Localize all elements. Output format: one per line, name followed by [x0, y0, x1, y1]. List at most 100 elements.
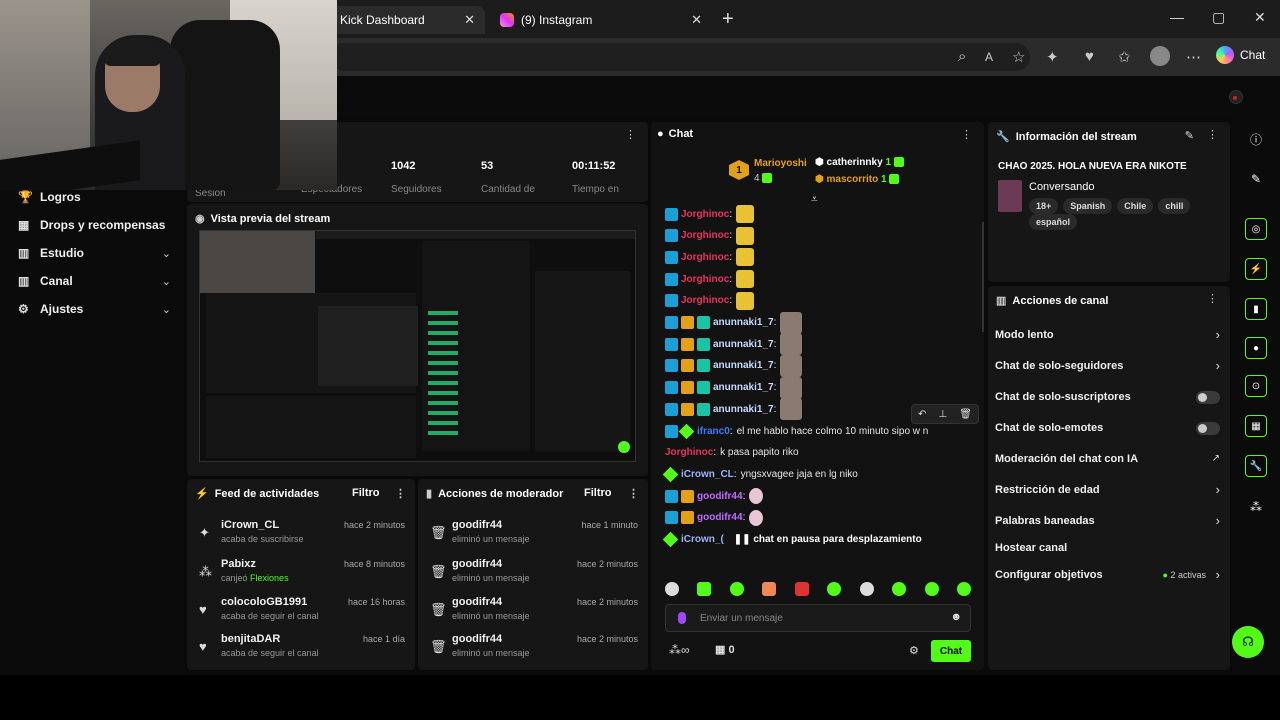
- more-vertical-icon[interactable]: ⋮: [1207, 292, 1218, 305]
- close-icon[interactable]: ✕: [464, 12, 475, 28]
- chat-username[interactable]: anunnaki1_7: [713, 317, 774, 328]
- favorite-star-icon[interactable]: ☆: [1012, 48, 1025, 66]
- chevron-down-icon[interactable]: ⌄: [162, 275, 171, 288]
- chat-username[interactable]: Jorghinoc: [681, 209, 729, 220]
- chat-input[interactable]: Enviar un mensaje ☻: [665, 604, 971, 632]
- more-vertical-icon[interactable]: ⋮: [1207, 128, 1218, 141]
- chat-message[interactable]: goodifr44:: [665, 508, 764, 528]
- pin-icon[interactable]: ⊥: [938, 409, 947, 420]
- chat-username[interactable]: goodifr44: [697, 512, 743, 523]
- tab-kick-dashboard[interactable]: Kick Dashboard ✕: [330, 6, 485, 34]
- wrench-icon[interactable]: 🔧: [1245, 455, 1267, 477]
- chat-message[interactable]: Jorghinoc:: [665, 226, 755, 246]
- chat-message[interactable]: iCrown_(❚❚ chat en pausa para desplazami…: [662, 530, 922, 550]
- chevron-right-icon[interactable]: ›: [1216, 327, 1220, 342]
- more-vertical-icon[interactable]: ⋮: [628, 487, 639, 500]
- action-solo-suscriptores[interactable]: Chat de solo-suscriptores: [995, 391, 1131, 403]
- mod-user[interactable]: goodifr44: [452, 519, 502, 531]
- close-icon[interactable]: ✕: [691, 12, 702, 28]
- user-avatar[interactable]: [1229, 90, 1243, 104]
- chat-message[interactable]: Jorghinoc: k pasa papito riko: [665, 443, 799, 463]
- chat-send-button[interactable]: Chat: [931, 640, 971, 662]
- action-moderacion-ia[interactable]: Moderación del chat con IA: [995, 453, 1138, 465]
- chat-message[interactable]: Jorghinoc:: [665, 247, 755, 267]
- new-tab-button[interactable]: +: [722, 8, 734, 31]
- emoji-icon[interactable]: ☻: [950, 611, 962, 623]
- emote-button[interactable]: [697, 582, 712, 596]
- address-bar[interactable]: [330, 43, 1030, 71]
- chevron-right-icon[interactable]: ›: [1216, 358, 1220, 373]
- tab-instagram[interactable]: (9) Instagram ✕: [490, 6, 712, 34]
- emote-button[interactable]: [794, 582, 809, 596]
- action-modo-lento[interactable]: Modo lento: [995, 329, 1054, 341]
- chat-username[interactable]: anunnaki1_7: [713, 404, 774, 415]
- chat-username[interactable]: anunnaki1_7: [713, 339, 774, 350]
- browser-essentials-icon[interactable]: ♥: [1085, 48, 1094, 65]
- chat-message[interactable]: Jorghinoc:: [665, 204, 755, 224]
- chat-message[interactable]: iCrown_CL: yngsxvagee jaja en lg niko: [662, 464, 858, 484]
- sidebar-item-canal[interactable]: ▥ Canal: [18, 274, 73, 288]
- feed-user[interactable]: benjitaDAR: [221, 633, 280, 645]
- emote-button[interactable]: [956, 582, 971, 596]
- profile-avatar[interactable]: [1150, 46, 1170, 66]
- action-restriccion-edad[interactable]: Restricción de edad: [995, 484, 1100, 496]
- chevron-right-icon[interactable]: ›: [1216, 567, 1220, 582]
- chat-settings-icon[interactable]: ⚙: [909, 644, 919, 657]
- action-solo-emotes[interactable]: Chat de solo-emotes: [995, 422, 1103, 434]
- stream-preview-video[interactable]: [199, 230, 636, 462]
- chat-message[interactable]: anunnaki1_7:: [665, 333, 803, 356]
- delete-icon[interactable]: 🗑: [959, 409, 972, 420]
- chat-message[interactable]: Jorghinoc:: [665, 269, 755, 289]
- emote-button[interactable]: [924, 582, 939, 596]
- chat-username[interactable]: Jorghinoc: [681, 274, 729, 285]
- action-configurar-objetivos[interactable]: Configurar objetivos: [995, 569, 1103, 581]
- chevron-down-icon[interactable]: ⌄: [162, 303, 171, 316]
- book-icon[interactable]: ▮: [1245, 298, 1267, 320]
- emote-button[interactable]: [762, 582, 777, 596]
- chat-icon[interactable]: ●: [1245, 337, 1267, 359]
- chat-username[interactable]: goodifr44: [697, 491, 743, 502]
- more-menu-icon[interactable]: ⋯: [1186, 48, 1201, 66]
- mod-user[interactable]: goodifr44: [452, 558, 502, 570]
- bolt-icon[interactable]: ⚡: [1245, 258, 1267, 280]
- leader-second[interactable]: ⬢ catherinnky 1: [815, 157, 906, 168]
- window-close-icon[interactable]: ✕: [1254, 9, 1266, 26]
- store-icon[interactable]: ▦: [1245, 415, 1267, 437]
- sidebar-item-drops[interactable]: ▦ Drops y recompensas: [18, 218, 165, 232]
- toggle-solo-emotes[interactable]: [1196, 422, 1220, 435]
- camera-icon[interactable]: ◎: [1245, 218, 1267, 240]
- minimize-icon[interactable]: —: [1170, 9, 1184, 25]
- chevron-right-icon[interactable]: ›: [1216, 482, 1220, 497]
- action-hostear-canal[interactable]: Hostear canal: [995, 542, 1067, 554]
- chat-username[interactable]: Jorghinoc: [665, 447, 713, 458]
- extensions-icon[interactable]: ✦: [1046, 48, 1059, 66]
- sidebar-item-logros[interactable]: 🏆 Logros: [18, 190, 81, 204]
- chat-message[interactable]: anunnaki1_7:: [665, 354, 803, 377]
- users-icon[interactable]: ⁂: [1245, 496, 1267, 518]
- feed-user[interactable]: colocoloGB1991: [221, 596, 307, 608]
- more-vertical-icon[interactable]: ⋮: [395, 487, 406, 500]
- broadcast-icon[interactable]: ⊙: [1245, 375, 1267, 397]
- emote-button[interactable]: [665, 582, 679, 596]
- chat-message[interactable]: anunnaki1_7:: [665, 376, 803, 399]
- emote-button[interactable]: [859, 582, 874, 596]
- chat-username[interactable]: anunnaki1_7: [713, 360, 774, 371]
- maximize-icon[interactable]: ▢: [1212, 9, 1225, 26]
- feed-user[interactable]: iCrown_CL: [221, 519, 279, 531]
- chat-scrollbar[interactable]: [982, 222, 984, 332]
- emote-button[interactable]: [892, 582, 907, 596]
- mic-icon[interactable]: [678, 612, 686, 624]
- leader-third[interactable]: ⬢ mascorrito 1: [815, 174, 901, 185]
- toggle-solo-suscriptores[interactable]: [1196, 391, 1220, 404]
- copilot-chat-button[interactable]: Chat: [1216, 46, 1265, 64]
- reply-icon[interactable]: ↶: [918, 409, 926, 420]
- read-aloud-icon[interactable]: A: [985, 50, 993, 64]
- sidebar-item-estudio[interactable]: ▥ Estudio: [18, 246, 84, 260]
- more-vertical-icon[interactable]: ⋮: [625, 128, 636, 141]
- chat-paused-notice[interactable]: ❚❚ chat en pausa para desplazamiento: [734, 534, 922, 545]
- mod-user[interactable]: goodifr44: [452, 633, 502, 645]
- chat-username[interactable]: Jorghinoc: [681, 252, 729, 263]
- viewers-icon[interactable]: ⁂∞: [669, 643, 690, 657]
- chat-username[interactable]: anunnaki1_7: [713, 382, 774, 393]
- chat-message[interactable]: anunnaki1_7:: [665, 311, 803, 334]
